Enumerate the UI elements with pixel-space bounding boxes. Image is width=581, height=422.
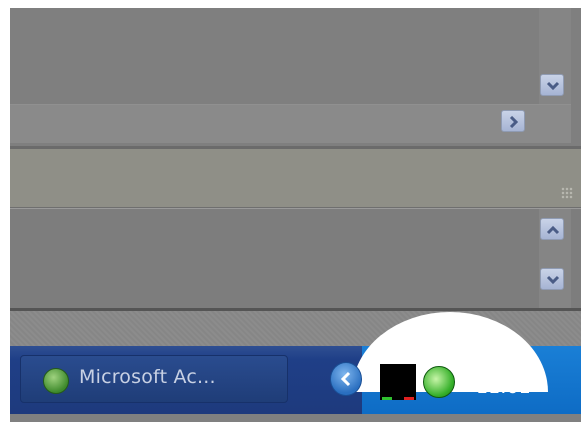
resize-grip-icon[interactable] (561, 187, 573, 199)
horizontal-scrollbar[interactable] (10, 104, 571, 143)
chevron-down-icon (546, 275, 560, 285)
upper-pane (10, 8, 581, 148)
chevron-left-icon (340, 371, 351, 387)
scroll-down-button[interactable] (540, 74, 564, 96)
monitor-icon[interactable] (380, 364, 416, 400)
taskbar-button-label: Microsoft Ac... (79, 366, 216, 388)
taskbar-clock[interactable]: 11:01 (476, 376, 531, 398)
scroll-down-button-lower[interactable] (540, 268, 564, 290)
chevron-right-icon (509, 116, 519, 128)
scroll-up-button[interactable] (540, 218, 564, 240)
taskbar-button-microsoft-access[interactable]: Microsoft Ac... (20, 355, 288, 403)
access-app-icon (43, 368, 69, 394)
scroll-right-button[interactable] (501, 110, 525, 132)
chevron-down-icon (546, 81, 560, 91)
splitter-bar[interactable] (10, 149, 581, 208)
show-hidden-icons-button[interactable] (330, 362, 362, 396)
chevron-up-icon (546, 225, 560, 235)
lower-pane (10, 208, 581, 311)
network-globe-icon[interactable] (423, 366, 455, 398)
